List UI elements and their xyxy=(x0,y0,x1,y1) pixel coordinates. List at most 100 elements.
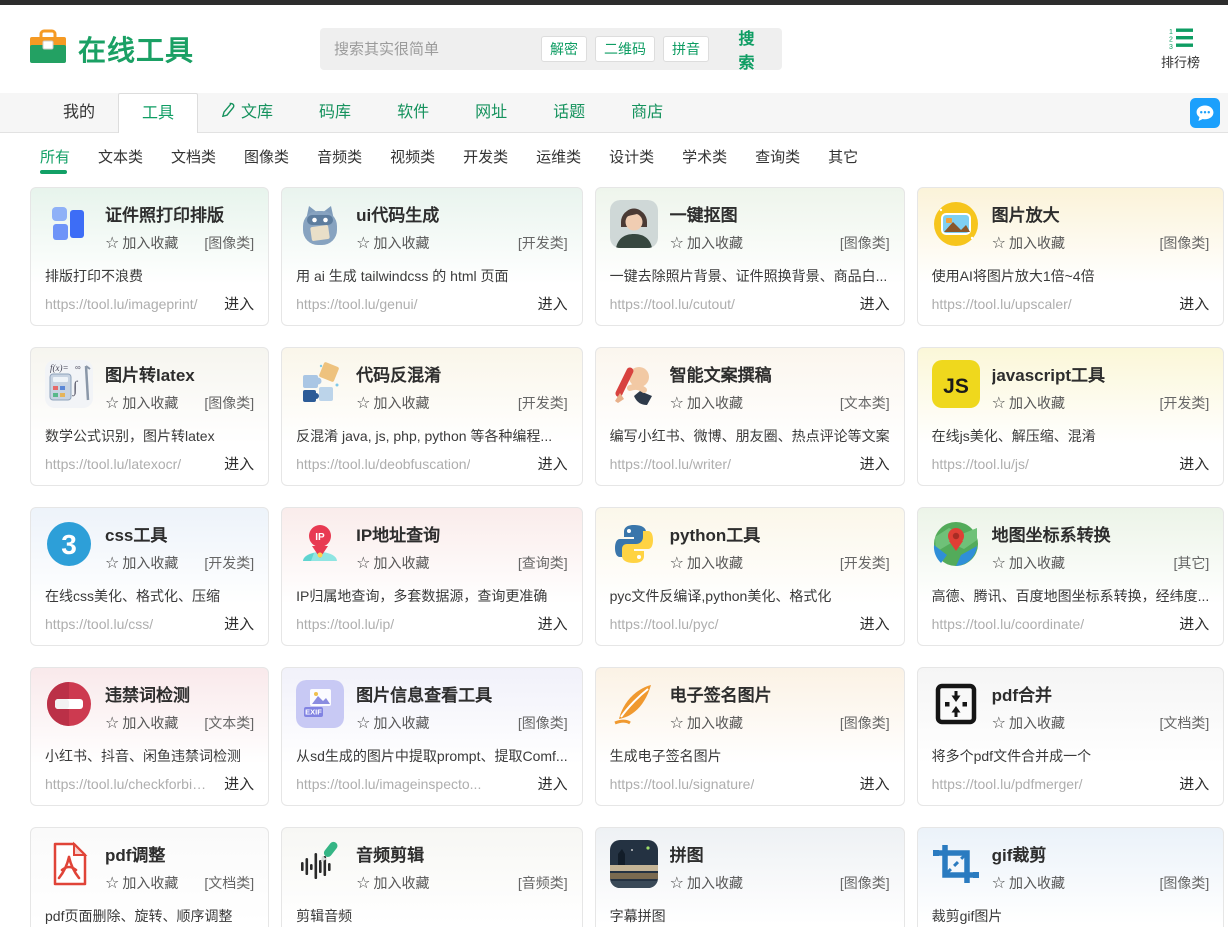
category-ops[interactable]: 运维类 xyxy=(536,146,581,174)
category-other[interactable]: 其它 xyxy=(828,146,858,174)
tool-card[interactable]: 地图坐标系转换 ☆ 加入收藏 [其它] 高德、腾讯、百度地图坐标系转换，经纬度.… xyxy=(917,507,1225,646)
tool-card[interactable]: IP IP地址查询 ☆ 加入收藏 [查询类] IP归属地查询，多套数据源，查询更… xyxy=(281,507,582,646)
add-favorite-button[interactable]: ☆ 加入收藏 xyxy=(105,873,178,893)
enter-link[interactable]: 进入 xyxy=(1179,293,1209,314)
tool-card[interactable]: 违禁词检测 ☆ 加入收藏 [文本类] 小红书、抖音、闲鱼违禁词检测 https:… xyxy=(30,667,269,806)
tool-card[interactable]: pdf合并 ☆ 加入收藏 [文档类] 将多个pdf文件合并成一个 https:/… xyxy=(917,667,1225,806)
enter-link[interactable]: 进入 xyxy=(1179,613,1209,634)
add-favorite-button[interactable]: ☆ 加入收藏 xyxy=(992,873,1065,893)
category-design[interactable]: 设计类 xyxy=(609,146,654,174)
tool-description: 在线js美化、解压缩、混淆 xyxy=(932,426,1210,446)
favorite-label: 加入收藏 xyxy=(373,713,429,733)
enter-link[interactable]: 进入 xyxy=(224,613,254,634)
add-favorite-button[interactable]: ☆ 加入收藏 xyxy=(356,713,429,733)
add-favorite-button[interactable]: ☆ 加入收藏 xyxy=(992,233,1065,253)
favorite-label: 加入收藏 xyxy=(122,873,178,893)
category-audio[interactable]: 音频类 xyxy=(317,146,362,174)
tab-code[interactable]: 码库 xyxy=(296,93,374,132)
tool-card[interactable]: ui代码生成 ☆ 加入收藏 [开发类] 用 ai 生成 tailwindcss … xyxy=(281,187,582,326)
category-image[interactable]: 图像类 xyxy=(244,146,289,174)
hot-tag-decrypt[interactable]: 解密 xyxy=(541,36,587,62)
tool-card[interactable]: python工具 ☆ 加入收藏 [开发类] pyc文件反编译,python美化、… xyxy=(595,507,905,646)
add-favorite-button[interactable]: ☆ 加入收藏 xyxy=(670,873,743,893)
tool-url: https://tool.lu/css/ xyxy=(45,616,153,632)
search-button[interactable]: 搜索 xyxy=(731,25,762,73)
add-favorite-button[interactable]: ☆ 加入收藏 xyxy=(105,393,178,413)
search-input[interactable] xyxy=(334,41,533,58)
tool-description: 将多个pdf文件合并成一个 xyxy=(932,746,1210,766)
enter-link[interactable]: 进入 xyxy=(538,453,568,474)
add-favorite-button[interactable]: ☆ 加入收藏 xyxy=(670,553,743,573)
tool-card[interactable]: 智能文案撰稿 ☆ 加入收藏 [文本类] 编写小红书、微博、朋友圈、热点评论等文案… xyxy=(595,347,905,486)
add-favorite-button[interactable]: ☆ 加入收藏 xyxy=(992,393,1065,413)
tab-urls[interactable]: 网址 xyxy=(452,93,530,132)
enter-link[interactable]: 进入 xyxy=(860,453,890,474)
tab-software[interactable]: 软件 xyxy=(374,93,452,132)
add-favorite-button[interactable]: ☆ 加入收藏 xyxy=(670,713,743,733)
tool-card[interactable]: 代码反混淆 ☆ 加入收藏 [开发类] 反混淆 java, js, php, py… xyxy=(281,347,582,486)
add-favorite-button[interactable]: ☆ 加入收藏 xyxy=(356,873,429,893)
add-favorite-button[interactable]: ☆ 加入收藏 xyxy=(356,233,429,253)
tool-card[interactable]: JS javascript工具 ☆ 加入收藏 [开发类] 在线js美化、解压缩、… xyxy=(917,347,1225,486)
tool-card[interactable]: 图片放大 ☆ 加入收藏 [图像类] 使用AI将图片放大1倍~4倍 https:/… xyxy=(917,187,1225,326)
enter-link[interactable]: 进入 xyxy=(538,773,568,794)
tab-topics[interactable]: 话题 xyxy=(530,93,608,132)
enter-link[interactable]: 进入 xyxy=(538,293,568,314)
tool-card[interactable]: 电子签名图片 ☆ 加入收藏 [图像类] 生成电子签名图片 https://too… xyxy=(595,667,905,806)
tool-url: https://tool.lu/upscaler/ xyxy=(932,296,1072,312)
add-favorite-button[interactable]: ☆ 加入收藏 xyxy=(356,393,429,413)
tool-card[interactable]: 拼图 ☆ 加入收藏 [图像类] 字幕拼图 xyxy=(595,827,905,927)
tool-card[interactable]: 音频剪辑 ☆ 加入收藏 [音频类] 剪辑音频 xyxy=(281,827,582,927)
svg-text:2: 2 xyxy=(1169,37,1173,44)
imageprint-icon xyxy=(45,200,93,248)
category-video[interactable]: 视频类 xyxy=(390,146,435,174)
site-logo[interactable]: 在线工具 xyxy=(28,28,194,71)
enter-link[interactable]: 进入 xyxy=(538,613,568,634)
add-favorite-button[interactable]: ☆ 加入收藏 xyxy=(670,233,743,253)
exif-image-icon: EXIF xyxy=(296,680,344,728)
add-favorite-button[interactable]: ☆ 加入收藏 xyxy=(992,553,1065,573)
chat-icon[interactable] xyxy=(1190,98,1220,128)
tab-mine[interactable]: 我的 xyxy=(40,93,118,132)
enter-link[interactable]: 进入 xyxy=(1179,453,1209,474)
hot-tag-qrcode[interactable]: 二维码 xyxy=(595,36,655,62)
tool-card[interactable]: pdf调整 ☆ 加入收藏 [文档类] pdf页面删除、旋转、顺序调整 xyxy=(30,827,269,927)
tab-docs[interactable]: 文库 xyxy=(198,93,296,132)
enter-link[interactable]: 进入 xyxy=(224,453,254,474)
enter-link[interactable]: 进入 xyxy=(860,293,890,314)
favorite-label: 加入收藏 xyxy=(1009,713,1065,733)
tool-url: https://tool.lu/coordinate/ xyxy=(932,616,1085,632)
category-dev[interactable]: 开发类 xyxy=(463,146,508,174)
tool-card[interactable]: f(x)=∞∫ 图片转latex ☆ 加入收藏 [图像类] 数学公式识别，图片转… xyxy=(30,347,269,486)
category-text[interactable]: 文本类 xyxy=(98,146,143,174)
photo-collage-icon xyxy=(610,840,658,888)
tool-card[interactable]: EXIF 图片信息查看工具 ☆ 加入收藏 [图像类] 从sd生成的图片中提取pr… xyxy=(281,667,582,806)
category-query[interactable]: 查询类 xyxy=(755,146,800,174)
category-all[interactable]: 所有 xyxy=(40,146,70,174)
svg-text:IP: IP xyxy=(315,532,325,543)
category-document[interactable]: 文档类 xyxy=(171,146,216,174)
add-favorite-button[interactable]: ☆ 加入收藏 xyxy=(670,393,743,413)
tab-store[interactable]: 商店 xyxy=(608,93,686,132)
add-favorite-button[interactable]: ☆ 加入收藏 xyxy=(105,713,178,733)
tool-card[interactable]: gif裁剪 ☆ 加入收藏 [图像类] 裁剪gif图片 xyxy=(917,827,1225,927)
add-favorite-button[interactable]: ☆ 加入收藏 xyxy=(992,713,1065,733)
category-academic[interactable]: 学术类 xyxy=(682,146,727,174)
tool-card[interactable]: 3 css工具 ☆ 加入收藏 [开发类] 在线css美化、格式化、压缩 http… xyxy=(30,507,269,646)
add-favorite-button[interactable]: ☆ 加入收藏 xyxy=(356,553,429,573)
category-badge: [音频类] xyxy=(518,873,568,893)
enter-link[interactable]: 进入 xyxy=(224,773,254,794)
add-favorite-button[interactable]: ☆ 加入收藏 xyxy=(105,233,178,253)
tab-tools[interactable]: 工具 xyxy=(118,93,198,133)
tool-card[interactable]: 一键抠图 ☆ 加入收藏 [图像类] 一键去除照片背景、证件照换背景、商品白...… xyxy=(595,187,905,326)
hot-tag-pinyin[interactable]: 拼音 xyxy=(663,36,709,62)
enter-link[interactable]: 进入 xyxy=(1179,773,1209,794)
enter-link[interactable]: 进入 xyxy=(860,613,890,634)
add-favorite-button[interactable]: ☆ 加入收藏 xyxy=(105,553,178,573)
ranking-entry[interactable]: 1 2 3 排行榜 xyxy=(1161,27,1200,71)
tool-title: 图片转latex xyxy=(105,361,254,386)
favorite-label: 加入收藏 xyxy=(1009,233,1065,253)
tool-card[interactable]: 证件照打印排版 ☆ 加入收藏 [图像类] 排版打印不浪费 https://too… xyxy=(30,187,269,326)
enter-link[interactable]: 进入 xyxy=(860,773,890,794)
enter-link[interactable]: 进入 xyxy=(224,293,254,314)
